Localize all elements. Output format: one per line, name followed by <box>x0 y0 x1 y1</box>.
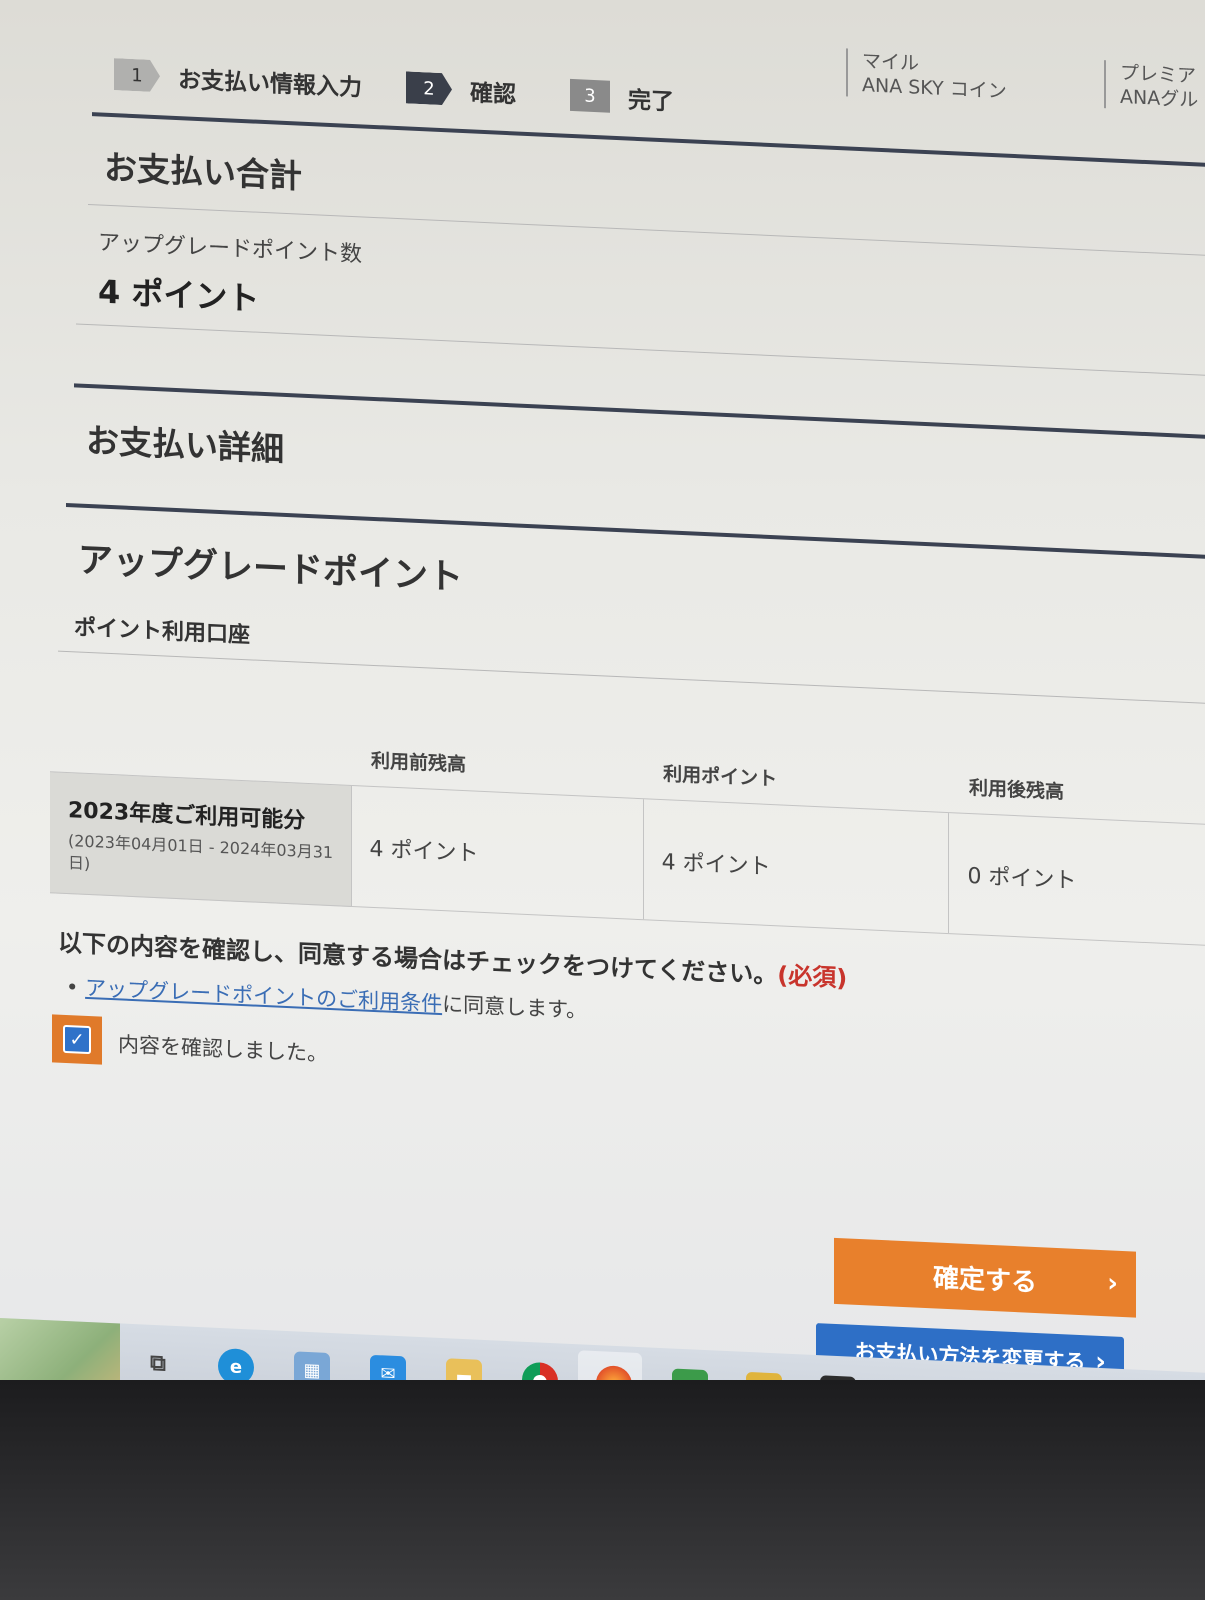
step-3-number: 3 <box>570 78 610 113</box>
row-name: 2023年度ご利用可能分 <box>68 798 306 834</box>
monitor-bezel <box>0 1380 1205 1600</box>
payment-detail-heading: お支払い詳細 <box>86 420 284 469</box>
screen: マイル ANA SKY コイン プレミア ANAグル 1 お支払い情報入力 2 … <box>0 0 1205 1420</box>
nav-premium-line1: プレミア <box>1120 61 1197 88</box>
nav-miles[interactable]: マイル ANA SKY コイン <box>846 48 1007 104</box>
nav-premium-line2: ANAグル <box>1120 85 1199 112</box>
step-1-label: お支払い情報入力 <box>178 67 362 102</box>
terms-line: • アップグレードポイントのご利用条件に同意します。 <box>66 971 587 1025</box>
step-2-number: 2 <box>406 71 452 105</box>
step-1: 1 お支払い情報入力 <box>114 57 362 102</box>
agreement-checkbox[interactable]: ✓ <box>63 1024 91 1055</box>
divider <box>58 650 1205 706</box>
step-2-label: 確認 <box>470 80 516 109</box>
points-table: 利用前残高 利用ポイント 利用後残高 2023年度ご利用可能分 (2023年04… <box>50 717 1205 947</box>
divider <box>76 323 1205 378</box>
cell-before-balance: 4 ポイント <box>351 785 644 920</box>
checkmark-icon: ✓ <box>69 1028 85 1051</box>
agreement-checkbox-highlight[interactable]: ✓ <box>52 1014 102 1065</box>
bullet: • <box>66 974 79 1000</box>
cell-used-points: 4 ポイント <box>643 798 949 934</box>
task-view-icon[interactable]: ⧉ <box>140 1344 176 1382</box>
upgrade-points-label: アップグレードポイント数 <box>98 230 363 268</box>
terms-link[interactable]: アップグレードポイントのご利用条件 <box>85 976 442 1016</box>
agreement-checkbox-label[interactable]: 内容を確認しました。 <box>118 1028 328 1068</box>
required-badge: (必須) <box>777 961 848 993</box>
chevron-right-icon: › <box>1107 1268 1118 1299</box>
terms-suffix: に同意します。 <box>442 992 587 1023</box>
upgrade-points-section-heading: アップグレードポイント <box>78 540 464 599</box>
step-3-label: 完了 <box>628 87 674 116</box>
payment-confirmation-page: マイル ANA SKY コイン プレミア ANAグル 1 お支払い情報入力 2 … <box>0 0 1205 1420</box>
confirm-button-label: 確定する <box>932 1262 1037 1298</box>
upgrade-points-value: 4 ポイント <box>98 272 260 318</box>
payment-total-heading: お支払い合計 <box>104 147 302 196</box>
confirm-button[interactable]: 確定する › <box>834 1237 1136 1318</box>
step-3: 3 完了 <box>570 78 674 117</box>
nav-premium[interactable]: プレミア ANAグル <box>1104 60 1199 113</box>
step-1-number: 1 <box>114 58 160 92</box>
top-nav: マイル ANA SKY コイン プレミア ANAグル <box>846 48 1205 156</box>
step-2: 2 確認 <box>406 70 516 109</box>
cell-after-balance: 0 ポイント <box>948 812 1205 947</box>
row-period: (2023年04月01日 - 2024年03月31日) <box>68 831 334 874</box>
point-account-label: ポイント利用口座 <box>74 615 251 649</box>
table-row-header: 2023年度ご利用可能分 (2023年04月01日 - 2024年03月31日) <box>50 771 351 907</box>
